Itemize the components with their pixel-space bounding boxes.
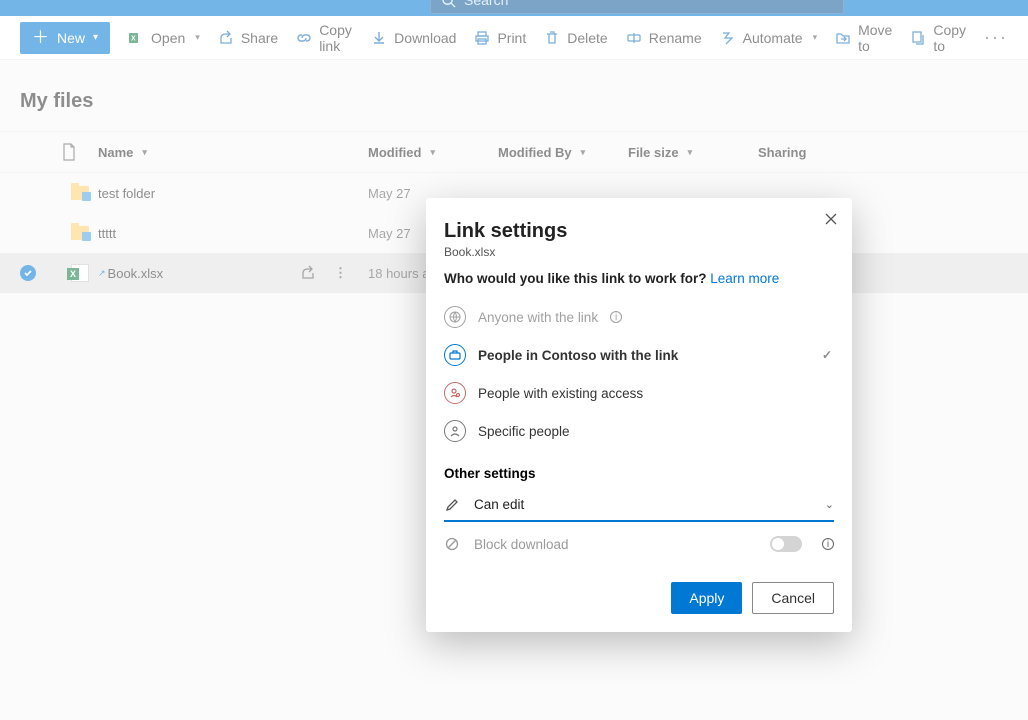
- apply-button[interactable]: Apply: [671, 582, 742, 614]
- info-icon[interactable]: i: [822, 538, 834, 550]
- block-download-label: Block download: [474, 537, 569, 552]
- globe-icon: [444, 306, 466, 328]
- permission-label: Can edit: [474, 497, 524, 512]
- option-anyone: Anyone with the link i: [426, 298, 852, 336]
- other-settings-heading: Other settings: [426, 450, 852, 489]
- option-org[interactable]: People in Contoso with the link ✓: [426, 336, 852, 374]
- permission-dropdown[interactable]: Can edit ⌄: [444, 489, 834, 522]
- dialog-subtitle: Book.xlsx: [426, 245, 852, 271]
- briefcase-icon: [444, 344, 466, 366]
- option-existing[interactable]: People with existing access: [426, 374, 852, 412]
- cancel-button[interactable]: Cancel: [752, 582, 834, 614]
- chevron-down-icon: ⌄: [825, 498, 834, 511]
- option-label: Specific people: [478, 424, 570, 439]
- dialog-question: Who would you like this link to work for…: [426, 271, 852, 298]
- info-icon[interactable]: i: [610, 311, 622, 323]
- option-label: People in Contoso with the link: [478, 348, 678, 363]
- option-label: Anyone with the link: [478, 310, 598, 325]
- people-existing-icon: [444, 382, 466, 404]
- pencil-icon: [444, 498, 460, 512]
- block-download-row: Block download i: [426, 522, 852, 552]
- block-icon: [444, 537, 460, 551]
- close-button[interactable]: [824, 212, 838, 226]
- people-icon: [444, 420, 466, 442]
- option-label: People with existing access: [478, 386, 643, 401]
- dialog-title: Link settings: [426, 216, 852, 245]
- checkmark-icon: ✓: [822, 348, 832, 362]
- option-specific[interactable]: Specific people: [426, 412, 852, 450]
- block-download-toggle: [770, 536, 802, 552]
- learn-more-link[interactable]: Learn more: [710, 271, 779, 286]
- link-settings-dialog: Link settings Book.xlsx Who would you li…: [426, 198, 852, 632]
